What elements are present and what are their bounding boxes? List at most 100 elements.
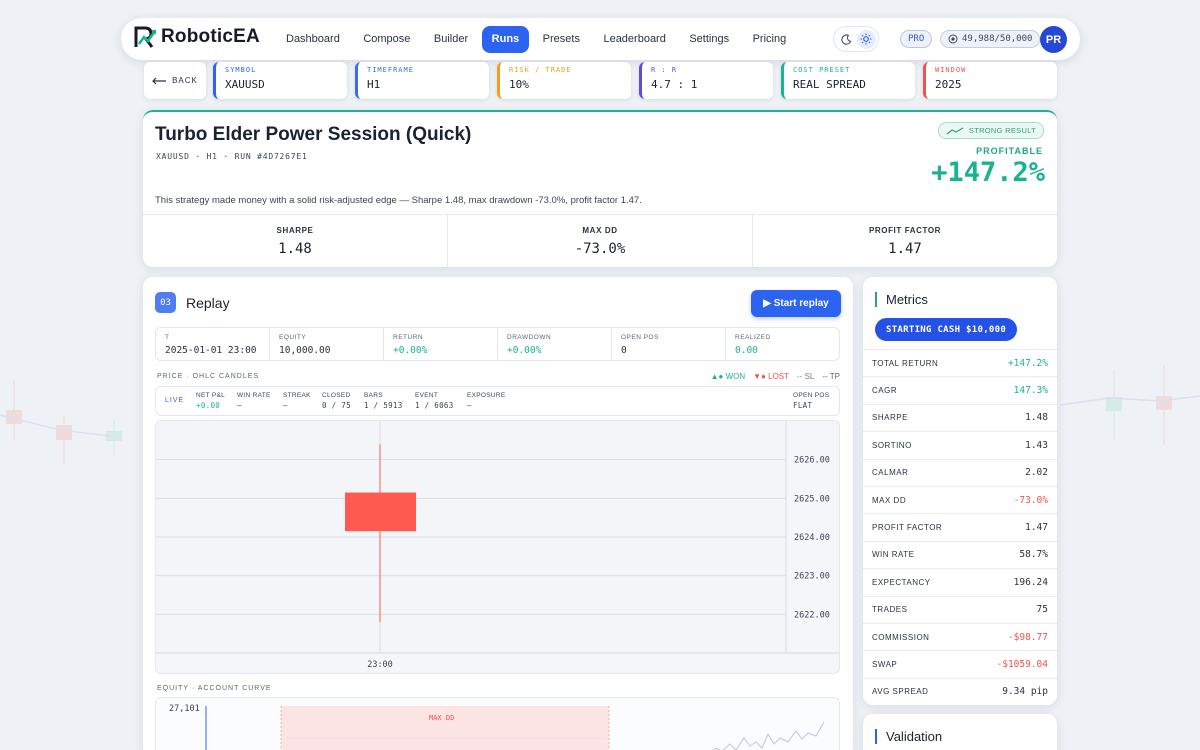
user-avatar[interactable]: PR bbox=[1040, 26, 1067, 53]
metric-value: -$98.77 bbox=[1007, 631, 1048, 643]
nav-builder[interactable]: Builder bbox=[424, 26, 478, 53]
light-mode-button[interactable] bbox=[856, 29, 876, 49]
moon-icon bbox=[840, 33, 851, 45]
param-label: RISK / TRADE bbox=[509, 66, 572, 74]
kpi-max-dd: MAX DD -73.0% bbox=[448, 215, 753, 267]
live-label: EXPOSURE bbox=[467, 392, 506, 399]
kpi-sharpe: SHARPE 1.48 bbox=[143, 215, 448, 267]
run-summary-card: Turbo Elder Power Session (Quick) XAUUSD… bbox=[143, 110, 1057, 267]
y-tick-label: 2625.00 bbox=[794, 494, 830, 504]
live-label: STREAK bbox=[283, 392, 311, 399]
metric-label: COMMISSION bbox=[872, 632, 930, 642]
back-label: BACK bbox=[172, 76, 198, 85]
nav-settings[interactable]: Settings bbox=[679, 26, 739, 53]
kpi-value: 1.47 bbox=[888, 241, 922, 257]
stat-equity: EQUITY 10,000.00 bbox=[270, 328, 384, 360]
plan-badge[interactable]: PRO bbox=[900, 30, 933, 48]
metric-row: PROFIT FACTOR 1.47 bbox=[863, 513, 1057, 540]
metric-value: 75 bbox=[1036, 604, 1048, 616]
stat-value: 0.00 bbox=[735, 345, 758, 356]
metric-label: MAX DD bbox=[872, 495, 907, 505]
param-label: R : R bbox=[651, 66, 678, 74]
dark-mode-button[interactable] bbox=[837, 30, 856, 49]
live-value: — bbox=[237, 401, 242, 410]
equity-line bbox=[712, 721, 825, 750]
trend-up-icon bbox=[946, 126, 964, 134]
run-title: Turbo Elder Power Session (Quick) bbox=[155, 124, 472, 145]
metric-label: AVG SPREAD bbox=[872, 687, 929, 697]
legend-won: ▲● WON bbox=[710, 372, 746, 381]
live-value: FLAT bbox=[793, 401, 813, 410]
metric-value: -73.0% bbox=[1013, 494, 1048, 506]
coin-icon bbox=[948, 34, 958, 44]
metrics-panel: Metrics STARTING CASH $10,000 TOTAL RETU… bbox=[863, 277, 1057, 705]
stat-open-pos: OPEN POS 0 bbox=[612, 328, 726, 360]
nav-leaderboard[interactable]: Leaderboard bbox=[593, 26, 675, 53]
metric-value: 1.43 bbox=[1025, 439, 1048, 451]
legend-lost: ▼● LOST bbox=[753, 372, 790, 381]
nav-presets[interactable]: Presets bbox=[533, 26, 590, 53]
ohlc-candle-chart[interactable]: 2626.00 2625.00 2624.00 2623.00 2622.00 23:00 bbox=[155, 420, 840, 674]
metric-value: 1.47 bbox=[1025, 522, 1048, 534]
param-value: H1 bbox=[367, 78, 381, 91]
legend-tp: -- TP bbox=[822, 372, 840, 381]
metric-label: TOTAL RETURN bbox=[872, 358, 939, 368]
param-value: XAUUSD bbox=[225, 78, 265, 91]
result-badge: STRONG RESULT bbox=[937, 122, 1044, 139]
param-label: TIMEFRAME bbox=[367, 66, 414, 74]
stat-value: 0 bbox=[621, 345, 627, 356]
metric-value: -$1059.04 bbox=[996, 658, 1048, 670]
start-replay-button[interactable]: ▶ Start replay bbox=[751, 290, 841, 317]
metric-label: SHARPE bbox=[872, 413, 908, 423]
live-value: 1 / 5913 bbox=[364, 401, 403, 410]
metric-value: 147.3% bbox=[1013, 385, 1048, 397]
profit-value: +147.2% bbox=[931, 157, 1045, 188]
brand-logo[interactable]: RoboticEA bbox=[133, 24, 260, 50]
metrics-list: TOTAL RETURN +147.2% CAGR 147.3% SHARPE 1.4… bbox=[863, 349, 1057, 705]
param-cost-preset: COST PRESET REAL SPREAD bbox=[781, 62, 915, 99]
kpi-profit-factor: PROFIT FACTOR 1.47 bbox=[753, 215, 1057, 267]
metric-row: SORTINO 1.43 bbox=[863, 431, 1057, 458]
metric-row: CALMAR 2.02 bbox=[863, 458, 1057, 486]
live-label: WIN RATE bbox=[237, 392, 271, 399]
stat-label: DRAWDOWN bbox=[507, 334, 552, 341]
max-dd-zone bbox=[281, 706, 609, 750]
chart-legend: ▲● WON ▼● LOST -- SL -- TP bbox=[711, 372, 840, 381]
metric-value: 1.48 bbox=[1025, 412, 1048, 424]
param-value: 10% bbox=[509, 78, 529, 91]
metric-value: 9.34 pip bbox=[1002, 686, 1048, 698]
price-chart-label: PRICE · OHLC CANDLES bbox=[157, 373, 260, 380]
nav-pricing[interactable]: Pricing bbox=[743, 26, 797, 53]
live-value: +0.00 bbox=[196, 401, 221, 410]
starting-cash-badge: STARTING CASH $10,000 bbox=[875, 318, 1018, 341]
equity-curve-chart[interactable]: MAX DD 27,101 bbox=[155, 697, 840, 750]
metric-value: 2.02 bbox=[1025, 467, 1048, 479]
stat-label: OPEN POS bbox=[621, 334, 659, 341]
theme-toggle[interactable] bbox=[833, 26, 879, 52]
live-label: CLOSED bbox=[322, 392, 351, 399]
top-nav: RoboticEA Dashboard Compose Builder Runs… bbox=[121, 18, 1080, 60]
metric-value: 196.24 bbox=[1013, 576, 1048, 588]
credits-value: 49,988/50,000 bbox=[962, 34, 1033, 44]
stat-drawdown: DRAWDOWN +0.00% bbox=[498, 328, 612, 360]
arrow-left-icon bbox=[152, 77, 167, 84]
stat-label: REALIZED bbox=[735, 334, 771, 341]
param-risk: RISK / TRADE 10% bbox=[497, 62, 631, 99]
live-win-rate: WIN RATE — bbox=[237, 392, 271, 410]
y-tick-label: 2624.00 bbox=[794, 533, 830, 543]
back-button[interactable]: BACK bbox=[144, 62, 206, 99]
param-label: COST PRESET bbox=[793, 66, 851, 74]
nav-compose[interactable]: Compose bbox=[353, 26, 420, 53]
stat-realized: REALIZED 0.00 bbox=[726, 328, 839, 360]
metric-label: SORTINO bbox=[872, 440, 912, 450]
credits-badge[interactable]: 49,988/50,000 bbox=[940, 30, 1041, 48]
kpi-row: SHARPE 1.48 MAX DD -73.0% PROFIT FACTOR … bbox=[143, 214, 1057, 267]
live-exposure: EXPOSURE — bbox=[467, 392, 506, 410]
nav-dashboard[interactable]: Dashboard bbox=[276, 26, 350, 53]
validation-title: Validation bbox=[875, 729, 942, 744]
nav-runs[interactable]: Runs bbox=[481, 26, 530, 53]
metric-label: EXPECTANCY bbox=[872, 577, 931, 587]
live-value: 1 / 6063 bbox=[415, 401, 454, 410]
live-streak: STREAK — bbox=[283, 392, 311, 410]
legend-sl: -- SL bbox=[797, 372, 815, 381]
